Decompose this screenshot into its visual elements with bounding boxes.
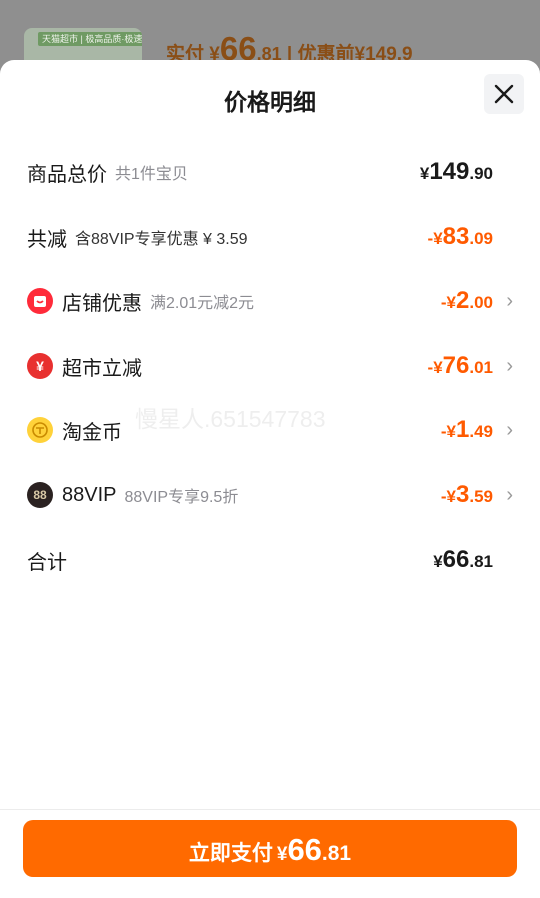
goods-total-label: 商品总价: [27, 163, 107, 186]
sum-label: 合计: [27, 551, 67, 574]
close-button[interactable]: [484, 74, 524, 114]
sheet-title: 价格明细: [224, 89, 316, 115]
pay-int: 66: [287, 832, 322, 867]
vip-value: -¥ 3.59: [440, 481, 493, 508]
pay-dec: .81: [321, 842, 352, 865]
vip-row[interactable]: 88 88VIP 88VIP专享9.5折 -¥ 3.59 ›: [27, 475, 513, 515]
goods-total-sub: 共1件宝贝: [115, 166, 188, 183]
close-icon: [494, 84, 514, 104]
shop-icon: [27, 288, 53, 314]
market-discount-icon: ¥: [27, 353, 53, 379]
chevron-right-icon: ›: [506, 484, 513, 506]
shop-coupon-value: -¥ 2.00: [440, 287, 493, 314]
pay-now-button[interactable]: 立即支付 ¥66.81: [23, 820, 517, 877]
goods-total-value: ¥149.90: [419, 158, 493, 185]
pay-button-label: 立即支付: [188, 842, 273, 865]
shop-coupon-sub: 满2.01元减2元: [150, 295, 255, 312]
vip-88-icon: 88: [27, 482, 53, 508]
sum-row: 合计 ¥66.81: [27, 540, 513, 580]
total-discount-value: -¥ 83.09: [427, 223, 493, 250]
gold-coin-label: 淘金币: [62, 421, 122, 444]
coin-icon: [27, 417, 53, 443]
gold-coin-value: -¥ 1.49: [440, 416, 493, 443]
total-discount-row: 共减 含88VIP专享优惠 ¥ 3.59 -¥ 83.09: [27, 217, 513, 257]
vip-label: 88VIP: [62, 483, 117, 506]
chevron-right-icon: ›: [506, 419, 513, 441]
footer-divider: [0, 809, 540, 810]
market-discount-row[interactable]: ¥ 超市立减 -¥ 76.01 ›: [27, 346, 513, 386]
shop-coupon-row[interactable]: 店铺优惠 满2.01元减2元 -¥ 2.00 ›: [27, 281, 513, 321]
market-discount-value: -¥ 76.01: [427, 352, 493, 379]
price-detail-sheet: 价格明细 商品总价 共1件宝贝 ¥149.90 共减 含88VIP专享优惠 ¥ …: [0, 60, 540, 898]
total-discount-label: 共减: [27, 228, 67, 251]
goods-total-row: 商品总价 共1件宝贝 ¥149.90: [27, 152, 513, 192]
market-discount-label: 超市立减: [62, 357, 142, 380]
watermark: 慢星人.651547783: [135, 406, 326, 432]
chevron-right-icon: ›: [506, 355, 513, 377]
thumbnail-tag: 天猫超市 | 极高品质·极速送达: [38, 32, 142, 46]
chevron-right-icon: ›: [506, 290, 513, 312]
vip-sub: 88VIP专享9.5折: [124, 489, 239, 506]
pay-currency: ¥: [276, 844, 288, 865]
shop-coupon-label: 店铺优惠: [62, 292, 142, 315]
total-discount-sub: 含88VIP专享优惠 ¥ 3.59: [75, 231, 248, 248]
sum-value: ¥66.81: [433, 546, 493, 573]
